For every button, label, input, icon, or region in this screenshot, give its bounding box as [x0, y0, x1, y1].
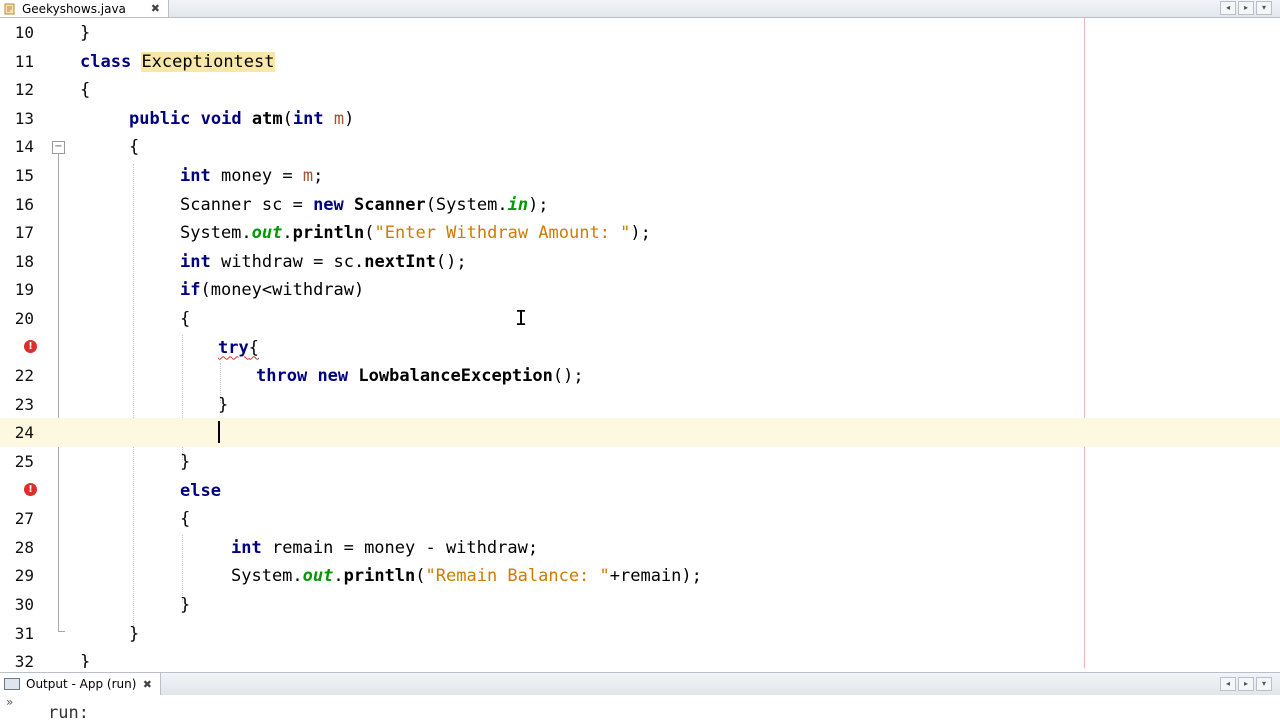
code-text: int remain = money - withdraw; [231, 537, 539, 558]
code-line[interactable]: 22 throw new LowbalanceException(); [0, 361, 1280, 390]
code-text: System.out.println("Remain Balance: "+re… [231, 566, 702, 587]
close-tab-icon[interactable]: ✖ [151, 2, 160, 15]
code-text: throw new LowbalanceException(); [256, 366, 584, 387]
line-number: 27 [14, 509, 34, 529]
line-number: 22 [14, 366, 34, 386]
code-line[interactable]: ! else [0, 476, 1280, 505]
editor-tab-title: Geekyshows.java [22, 1, 126, 16]
scroll-output-tabs-right-button[interactable]: ▸ [1238, 677, 1254, 691]
code-text: int withdraw = sc.nextInt(); [180, 251, 467, 272]
scroll-tabs-right-button[interactable]: ▸ [1238, 1, 1254, 15]
code-line[interactable]: 12 { [0, 75, 1280, 104]
error-marker-icon[interactable]: ! [24, 482, 37, 496]
line-number: 25 [14, 452, 34, 471]
code-text: } [80, 652, 91, 668]
code-text: } [180, 452, 191, 472]
line-number: 11 [14, 51, 34, 71]
line-number: 17 [14, 223, 34, 243]
code-text: } [218, 394, 229, 415]
close-output-tab-icon[interactable]: ✖ [143, 678, 152, 691]
code-line[interactable]: 17 System.out.println("Enter Withdraw Am… [0, 218, 1280, 247]
line-number: 29 [14, 566, 34, 586]
code-line[interactable]: 19 if(money<withdraw) [0, 275, 1280, 304]
code-text: { [180, 509, 191, 530]
output-console[interactable]: » run: [0, 695, 1280, 723]
mouse-ibeam-cursor: I [515, 306, 528, 330]
code-text: Scanner sc = new Scanner(System.in); [180, 194, 549, 215]
code-text: class Exceptiontest [80, 51, 275, 72]
code-line[interactable]: 30 } [0, 590, 1280, 619]
code-line[interactable]: 29 System.out.println("Remain Balance: "… [0, 561, 1280, 590]
line-number: 23 [14, 394, 34, 414]
code-line[interactable]: 18 int withdraw = sc.nextInt(); [0, 247, 1280, 276]
java-file-icon [4, 3, 16, 15]
line-number: 28 [14, 537, 34, 557]
line-number: 12 [14, 80, 34, 100]
line-number: 19 [14, 280, 34, 300]
code-text: { [129, 137, 140, 158]
code-text: { [180, 309, 191, 329]
output-tab-title: Output - App (run) [26, 677, 137, 691]
code-text: else [180, 480, 221, 501]
highlighted-identifier: Exceptiontest [141, 51, 275, 72]
code-text: } [129, 623, 140, 644]
current-code-line[interactable]: 24 [0, 418, 1280, 447]
code-line[interactable]: 11 class Exceptiontest [0, 47, 1280, 76]
code-text: if(money<withdraw) [180, 280, 365, 301]
line-number: 16 [14, 194, 34, 214]
code-line[interactable]: 16 Scanner sc = new Scanner(System.in); [0, 190, 1280, 219]
double-arrow-icon[interactable]: » [6, 695, 13, 709]
line-number: 10 [14, 23, 34, 42]
line-number: 24 [14, 423, 34, 443]
text-caret [218, 421, 220, 444]
code-line[interactable]: 27 { [0, 504, 1280, 533]
code-line[interactable]: 15 int money = m; [0, 161, 1280, 190]
scroll-output-tabs-left-button[interactable]: ◂ [1220, 677, 1236, 691]
code-text: } [80, 23, 91, 43]
code-text: System.out.println("Enter Withdraw Amoun… [180, 223, 651, 244]
code-line[interactable]: 31 } [0, 619, 1280, 648]
code-line[interactable]: 10 } [0, 18, 1280, 47]
code-text: public void atm(int m) [129, 108, 355, 129]
line-number: 13 [14, 108, 34, 128]
line-number: 20 [14, 309, 34, 328]
code-line[interactable]: 28 int remain = money - withdraw; [0, 533, 1280, 562]
code-text: { [80, 80, 91, 101]
output-tab[interactable]: Output - App (run) ✖ [0, 673, 161, 695]
code-text: try{ [218, 337, 259, 358]
code-line[interactable]: 14 { [0, 132, 1280, 161]
error-marker-icon[interactable]: ! [24, 339, 37, 353]
code-line[interactable]: 20 { [0, 304, 1280, 333]
line-number: 31 [14, 623, 34, 643]
code-line[interactable]: ! try{ [0, 333, 1280, 362]
scroll-tabs-left-button[interactable]: ◂ [1220, 1, 1236, 15]
output-tab-list-menu-button[interactable]: ▾ [1256, 677, 1272, 691]
code-line[interactable]: 13 public void atm(int m) [0, 104, 1280, 133]
editor-tab-bar: Geekyshows.java ✖ ◂ ▸ ▾ [0, 0, 1280, 18]
code-text: int money = m; [180, 166, 324, 186]
tab-list-menu-button[interactable]: ▾ [1256, 1, 1272, 15]
line-number: 32 [14, 652, 34, 668]
line-number: 15 [14, 166, 34, 185]
code-line[interactable]: 32 } [0, 647, 1280, 668]
output-tab-bar: Output - App (run) ✖ ◂ ▸ ▾ [0, 672, 1280, 696]
error-underline: try [218, 337, 249, 358]
code-line[interactable]: 23 } [0, 390, 1280, 419]
code-editor[interactable]: − 10 } 11 class Exceptiontest 12 { 13 pu… [0, 18, 1280, 668]
line-number: 14 [14, 137, 34, 157]
output-text: run: [48, 703, 89, 723]
output-tab-scroll-buttons: ◂ ▸ ▾ [1220, 677, 1272, 691]
code-text: } [180, 595, 191, 615]
line-number: 18 [14, 251, 34, 271]
editor-tab-geekyshows[interactable]: Geekyshows.java ✖ [0, 0, 169, 17]
output-window-icon [4, 678, 20, 690]
line-number: 30 [14, 595, 34, 614]
tab-scroll-buttons: ◂ ▸ ▾ [1220, 1, 1272, 15]
code-line[interactable]: 25 } [0, 447, 1280, 476]
